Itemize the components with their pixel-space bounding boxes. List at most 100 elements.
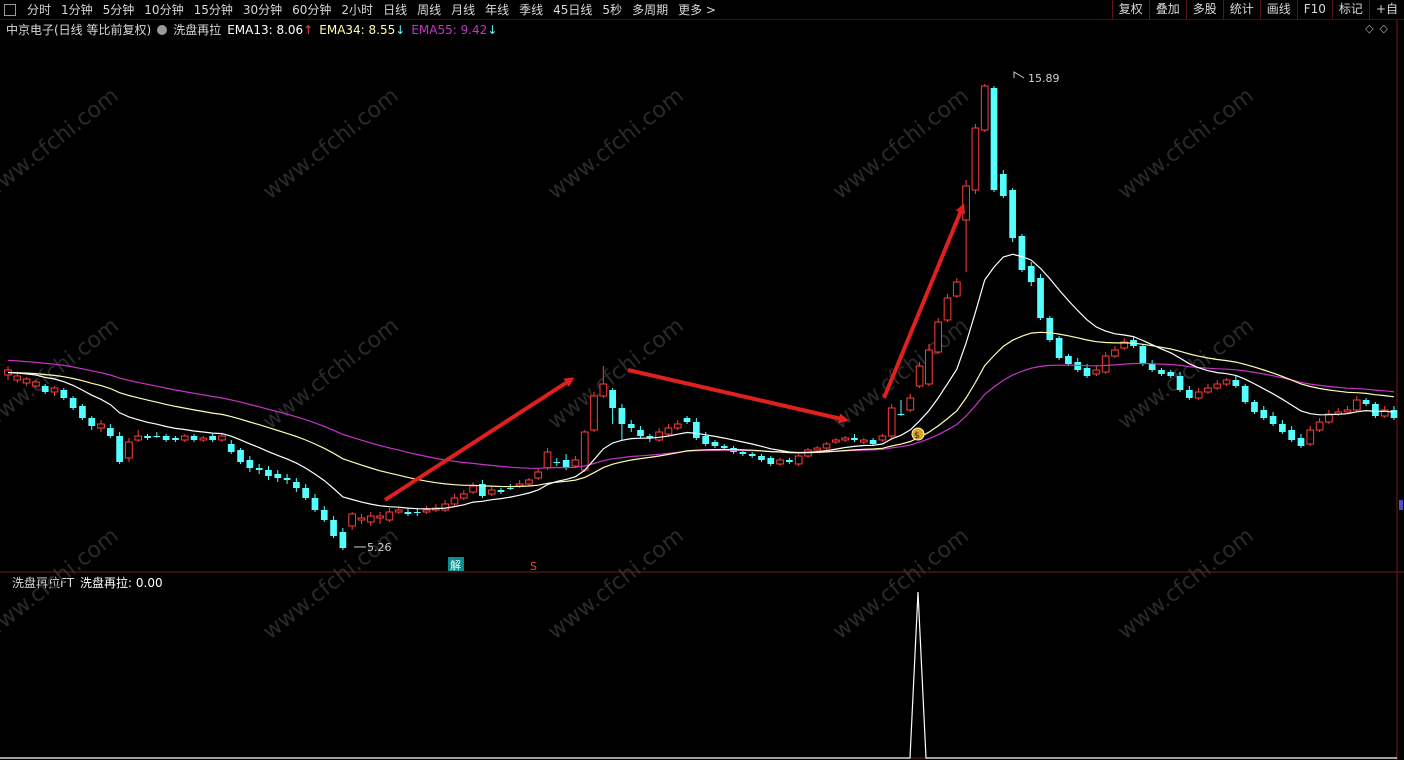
candle [1251,400,1258,414]
period-tabs: 分时 1分钟 5分钟 10分钟 15分钟 30分钟 60分钟 2小时 日线 周线 月线 年线 季线 45日… [0,0,721,19]
candle [385,508,394,522]
candle [376,512,384,524]
period-tab-8[interactable]: 日线 [378,1,412,18]
candle [497,488,505,494]
candle [711,440,719,448]
candle [330,516,337,538]
period-tab-3[interactable]: 10分钟 [139,1,188,18]
candle [590,392,598,432]
period-tab-16[interactable]: 更多 > [673,1,721,18]
candle [655,428,663,442]
tool-button-1[interactable]: 叠加 [1148,0,1186,19]
watermark-text: www.cfchi.com [828,313,973,434]
period-tab-10[interactable]: 月线 [446,1,480,18]
watermark-text: www.cfchi.com [0,523,124,644]
candle [172,436,179,442]
candle [693,418,700,440]
period-tab-9[interactable]: 周线 [412,1,446,18]
candle [897,400,905,416]
right-scroll-marker[interactable] [1399,500,1403,510]
period-tab-6[interactable]: 60分钟 [287,1,336,18]
candle [878,434,887,442]
period-tab-15[interactable]: 多周期 [627,1,673,18]
candle [237,448,244,464]
candle [469,482,477,494]
tool-button-0[interactable]: 复权 [1111,0,1149,19]
candle [1288,426,1296,442]
candle [227,440,235,454]
candle [1306,426,1315,446]
period-tab-14[interactable]: 5秒 [597,1,627,18]
period-tab-13[interactable]: 45日线 [548,1,597,18]
candle [851,434,858,442]
candle [990,86,998,192]
tool-button-3[interactable]: 统计 [1222,0,1260,19]
candle [980,84,989,132]
candle [180,434,189,442]
tool-button-5[interactable]: F10 [1296,0,1332,19]
candle [311,494,319,512]
period-tab-4[interactable]: 15分钟 [189,1,238,18]
watermark-layer: www.cfchi.com www.cfchi.com www.cfchi.com w… [0,83,1259,644]
candle [683,416,691,424]
candle [1390,406,1398,420]
candle [320,506,328,522]
candle [786,458,793,464]
candle [339,528,347,550]
candle [673,420,682,430]
candle [153,432,161,438]
tool-button-7[interactable]: +自 [1368,0,1404,19]
candle [543,448,552,470]
candle [441,500,450,512]
candle [1372,402,1379,418]
period-tab-0[interactable]: 分时 [22,1,56,18]
candle [1065,354,1072,366]
candle [906,394,915,412]
trend-arrow-up-1 [383,377,575,502]
watermark-text: www.cfchi.com [1113,83,1258,204]
signal-jie-text: 解 [450,558,461,572]
candle [144,434,151,440]
candle [293,478,300,492]
period-tab-11[interactable]: 年线 [480,1,514,18]
candle [357,514,366,524]
signal-s-text[interactable]: S [530,560,537,573]
candle [88,416,96,430]
candle [162,434,170,442]
tool-button-4[interactable]: 画线 [1259,0,1297,19]
candle [1055,336,1063,360]
period-tab-12[interactable]: 季线 [514,1,548,18]
candle [571,456,580,468]
watermark-text: www.cfchi.com [1113,523,1258,644]
candle [450,494,459,506]
candle [283,474,291,484]
kline-chart[interactable]: www.cfchi.com www.cfchi.com www.cfchi.com w… [0,20,1404,760]
candle [1325,410,1333,424]
candle [125,438,133,462]
candle [1352,396,1361,412]
candle [199,436,208,442]
period-tab-2[interactable]: 5分钟 [98,1,140,18]
period-tab-7[interactable]: 2小时 [336,1,378,18]
candle [999,170,1007,198]
period-tab-1[interactable]: 1分钟 [56,1,98,18]
candle [1139,344,1147,366]
candle [422,506,431,514]
candle [348,512,357,530]
candle [1092,366,1101,376]
candle [1297,434,1305,448]
candle [218,434,226,442]
candle [50,386,59,396]
candle [1213,380,1222,390]
candle [1260,406,1268,420]
candle [618,404,626,440]
candle [1046,316,1054,342]
period-tab-5[interactable]: 30分钟 [238,1,287,18]
candle [943,294,952,322]
window-menu-icon[interactable] [4,3,16,16]
candle [1009,188,1016,242]
coin-signal-text: $ [914,431,920,441]
tool-button-6[interactable]: 标记 [1331,0,1369,19]
tool-button-2[interactable]: 多股 [1185,0,1223,19]
ema34-line [7,331,1395,488]
